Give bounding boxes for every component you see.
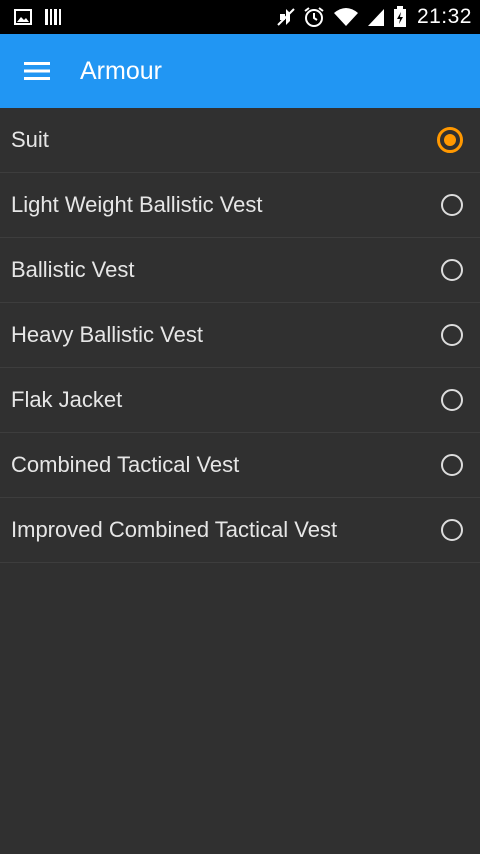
option-light-weight-ballistic-vest[interactable]: Light Weight Ballistic Vest bbox=[0, 173, 480, 238]
status-time: 21:32 bbox=[416, 5, 472, 28]
option-label: Light Weight Ballistic Vest bbox=[11, 192, 263, 217]
radio-button[interactable] bbox=[441, 259, 463, 281]
status-right: 21:32 bbox=[269, 5, 472, 29]
option-heavy-ballistic-vest[interactable]: Heavy Ballistic Vest bbox=[0, 303, 480, 368]
option-suit[interactable]: Suit bbox=[0, 108, 480, 173]
status-left bbox=[14, 8, 74, 26]
option-combined-tactical-vest[interactable]: Combined Tactical Vest bbox=[0, 433, 480, 498]
image-icon bbox=[14, 9, 32, 25]
radio-button-checked[interactable] bbox=[437, 127, 463, 153]
mute-icon bbox=[277, 7, 295, 27]
radio-button[interactable] bbox=[441, 519, 463, 541]
radio-button[interactable] bbox=[441, 454, 463, 476]
hamburger-menu-icon[interactable] bbox=[24, 61, 50, 81]
armour-option-list: Suit Light Weight Ballistic Vest Ballist… bbox=[0, 108, 480, 563]
option-improved-combined-tactical-vest[interactable]: Improved Combined Tactical Vest bbox=[0, 498, 480, 563]
alarm-icon bbox=[303, 6, 325, 28]
battery-icon bbox=[393, 6, 407, 28]
wifi-icon bbox=[333, 7, 359, 27]
radio-button[interactable] bbox=[441, 324, 463, 346]
option-label: Combined Tactical Vest bbox=[11, 452, 240, 477]
option-label: Flak Jacket bbox=[11, 387, 123, 412]
radio-button[interactable] bbox=[441, 194, 463, 216]
barcode-icon bbox=[44, 8, 62, 26]
page-title: Armour bbox=[80, 56, 162, 85]
option-ballistic-vest[interactable]: Ballistic Vest bbox=[0, 238, 480, 303]
option-label: Ballistic Vest bbox=[11, 257, 135, 282]
option-flak-jacket[interactable]: Flak Jacket bbox=[0, 368, 480, 433]
app-bar: Armour bbox=[0, 34, 480, 108]
radio-button[interactable] bbox=[441, 389, 463, 411]
status-bar: 21:32 bbox=[0, 0, 480, 34]
option-label: Improved Combined Tactical Vest bbox=[11, 517, 338, 542]
option-label: Heavy Ballistic Vest bbox=[11, 322, 203, 347]
option-label: Suit bbox=[11, 127, 49, 152]
signal-icon bbox=[367, 7, 385, 27]
